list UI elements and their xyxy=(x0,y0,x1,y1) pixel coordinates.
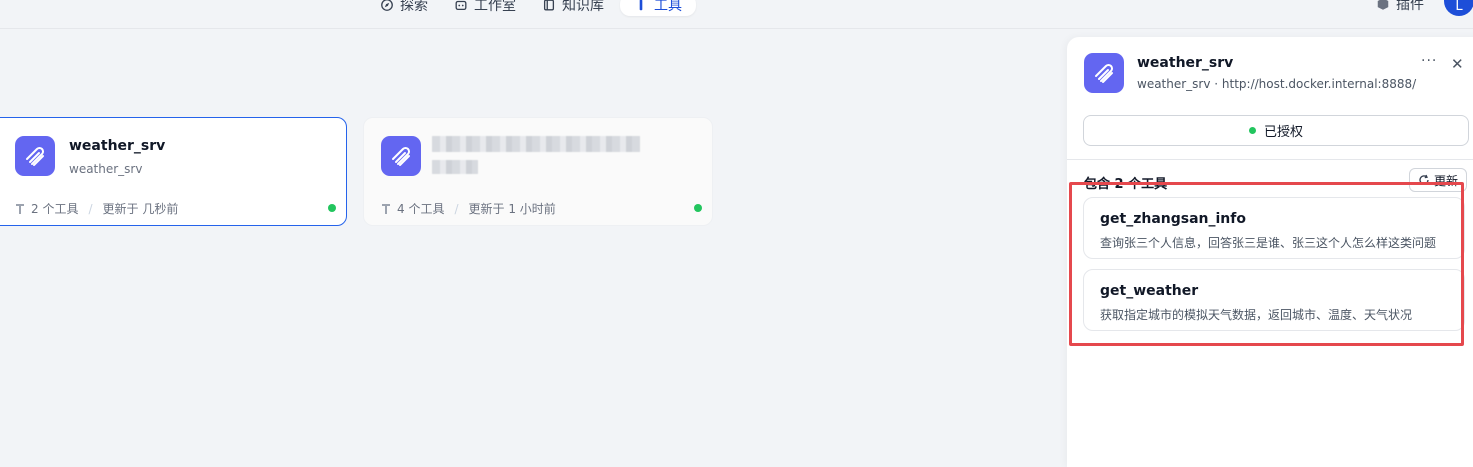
more-icon[interactable]: ··· xyxy=(1421,53,1437,69)
tool-icon xyxy=(639,0,643,11)
nav-studio-label: 工作室 xyxy=(474,0,516,14)
card-tool-count: 4 个工具 xyxy=(397,202,445,216)
authorized-button[interactable]: 已授权 xyxy=(1083,115,1469,146)
plugin-button[interactable]: 插件 xyxy=(1376,0,1424,14)
tool-count-icon xyxy=(16,203,24,214)
redacted-subtitle xyxy=(432,160,478,174)
cube-icon xyxy=(1377,0,1389,10)
highlight-box xyxy=(1069,182,1464,346)
tool-count-icon xyxy=(382,203,390,214)
card-footer: 4 个工具 / 更新于 1 小时前 xyxy=(381,200,556,217)
nav-studio[interactable]: 工作室 xyxy=(444,0,526,16)
top-bar: 探索 工作室 知识库 工具 插件 L xyxy=(0,0,1473,29)
panel-divider xyxy=(1067,159,1473,160)
card-title: weather_srv xyxy=(69,138,166,154)
nav-knowledge-label: 知识库 xyxy=(562,0,604,14)
card-subtitle: weather_srv xyxy=(69,162,143,176)
status-dot xyxy=(694,204,702,212)
card-footer: 2 个工具 / 更新于 几秒前 xyxy=(15,200,178,217)
status-dot xyxy=(328,204,336,212)
nav-explore[interactable]: 探索 xyxy=(370,0,438,16)
nav-tools[interactable]: 工具 xyxy=(620,0,696,16)
nav-tools-label: 工具 xyxy=(654,0,682,14)
redacted-title xyxy=(432,136,640,152)
book-icon xyxy=(543,0,555,11)
nav-explore-label: 探索 xyxy=(400,0,428,14)
compass-icon xyxy=(381,0,393,11)
nav-knowledge[interactable]: 知识库 xyxy=(532,0,614,16)
card-tool-count: 2 个工具 xyxy=(31,202,79,216)
avatar[interactable]: L xyxy=(1444,0,1473,16)
robot-icon xyxy=(455,0,467,11)
panel-subtitle: weather_srv · http://host.docker.interna… xyxy=(1137,77,1417,91)
provider-icon xyxy=(15,136,55,176)
main-nav: 探索 工作室 知识库 工具 xyxy=(370,0,702,16)
tool-provider-card[interactable]: 4 个工具 / 更新于 1 小时前 xyxy=(363,117,713,226)
tool-provider-card[interactable]: weather_srv weather_srv 2 个工具 / 更新于 几秒前 xyxy=(0,117,347,226)
panel-title: weather_srv xyxy=(1137,55,1234,71)
card-updated: 更新于 1 小时前 xyxy=(468,202,556,216)
auth-label: 已授权 xyxy=(1263,125,1303,140)
card-updated: 更新于 几秒前 xyxy=(102,202,179,216)
plugin-label: 插件 xyxy=(1396,0,1424,13)
divider: / xyxy=(88,201,93,216)
auth-status-dot xyxy=(1248,127,1256,134)
provider-icon xyxy=(381,136,421,176)
close-icon[interactable]: ✕ xyxy=(1451,55,1464,73)
provider-icon xyxy=(1084,53,1124,93)
divider: / xyxy=(454,201,459,216)
